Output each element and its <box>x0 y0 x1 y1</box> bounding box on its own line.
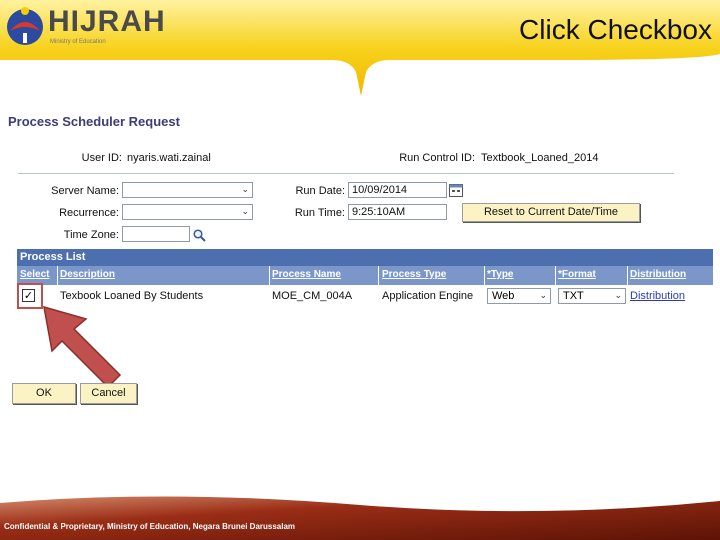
pointer-arrow-icon <box>43 305 122 389</box>
column-divider <box>57 266 58 285</box>
run-time-input[interactable]: 9:25:10AM <box>348 204 447 220</box>
format-select-value: TXT <box>563 290 584 302</box>
column-header-type: *Type <box>487 269 514 280</box>
page-title: Process Scheduler Request <box>8 114 180 129</box>
server-name-select[interactable]: ⌄ <box>122 182 253 198</box>
recurrence-select[interactable]: ⌄ <box>122 204 253 220</box>
column-divider <box>484 266 485 285</box>
column-header-process-type: Process Type <box>382 269 447 280</box>
hijrah-logo: HIJRAH Ministry of Education <box>4 3 165 51</box>
column-header-distribution: Distribution <box>630 269 687 280</box>
run-control-id-value: Textbook_Loaned_2014 <box>481 152 599 164</box>
server-name-label: Server Name: <box>51 185 119 197</box>
chevron-down-icon: ⌄ <box>241 184 249 194</box>
recurrence-label: Recurrence: <box>59 207 119 219</box>
column-divider <box>555 266 556 285</box>
row-process-type: Application Engine <box>382 290 474 302</box>
time-zone-input[interactable] <box>122 226 190 242</box>
time-zone-label: Time Zone: <box>63 229 119 241</box>
row-process-name: MOE_CM_004A <box>272 290 353 302</box>
column-header-description: Description <box>60 269 116 280</box>
type-select[interactable]: Web ⌄ <box>487 288 551 304</box>
process-list-header: Select Description Process Name Process … <box>17 266 713 285</box>
process-list-title: Process List <box>17 249 713 266</box>
column-header-select: Select <box>20 269 50 280</box>
magnifier-icon[interactable] <box>193 229 206 242</box>
header-banner: HIJRAH Ministry of Education Click Check… <box>0 0 720 100</box>
user-id-value: nyaris.wati.zainal <box>127 152 211 164</box>
footer-banner <box>0 496 720 540</box>
reset-date-time-button[interactable]: Reset to Current Date/Time <box>462 203 640 222</box>
column-divider <box>378 266 379 285</box>
run-time-label: Run Time: <box>294 207 345 219</box>
run-date-input[interactable]: 10/09/2014 <box>348 182 447 198</box>
run-date-label: Run Date: <box>295 185 345 197</box>
logo-text: HIJRAH <box>48 5 166 38</box>
logo-subtitle: Ministry of Education <box>50 39 106 45</box>
user-id-label: User ID: <box>81 152 122 164</box>
form-divider <box>18 173 674 174</box>
footer-text: Confidential & Proprietary, Ministry of … <box>4 522 296 531</box>
cancel-button[interactable]: Cancel <box>80 383 137 404</box>
column-header-format: *Format <box>558 269 596 280</box>
logo-emblem-icon <box>7 7 43 45</box>
process-list-grid: Process List Select Description Process … <box>17 249 713 307</box>
calendar-icon[interactable] <box>449 183 463 197</box>
distribution-link[interactable]: Distribution <box>630 290 685 302</box>
column-header-process-name: Process Name <box>272 269 341 280</box>
run-control-id-label: Run Control ID: <box>399 152 475 164</box>
format-select[interactable]: TXT ⌄ <box>558 288 626 304</box>
row-description: Texbook Loaned By Students <box>60 290 204 302</box>
column-divider <box>269 266 270 285</box>
column-divider <box>627 266 628 285</box>
chevron-down-icon: ⌄ <box>614 290 622 300</box>
type-select-value: Web <box>492 290 515 302</box>
ok-button[interactable]: OK <box>12 383 76 404</box>
chevron-down-icon: ⌄ <box>539 290 547 300</box>
slide-title: Click Checkbox <box>519 14 712 45</box>
chevron-down-icon: ⌄ <box>241 206 249 216</box>
